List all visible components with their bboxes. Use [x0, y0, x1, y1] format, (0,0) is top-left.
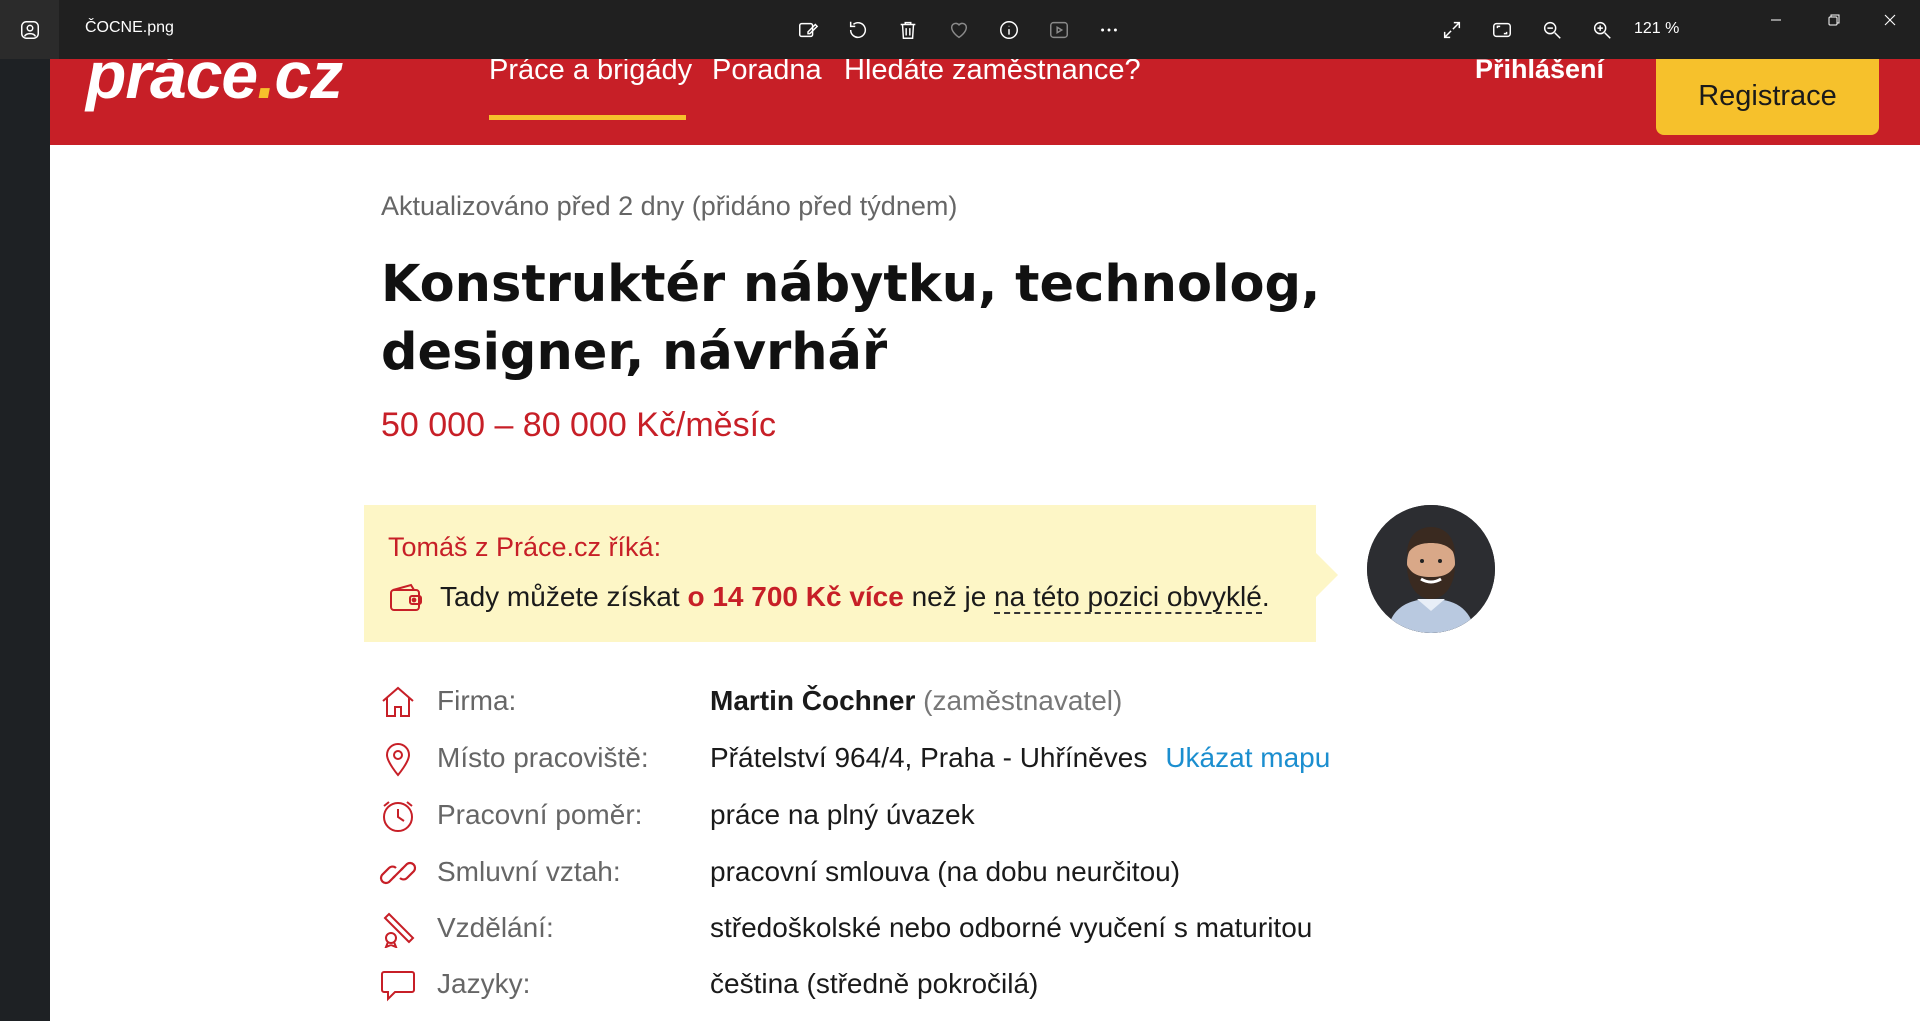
- languages-value: čeština (středně pokročilá): [710, 968, 1039, 999]
- home-icon: [379, 683, 417, 721]
- salary: 50 000 – 80 000 Kč/měsíc: [381, 406, 777, 444]
- updated-info: Aktualizováno před 2 dny (přidáno před t…: [381, 191, 958, 221]
- contract-label: Smluvní vztah:: [437, 856, 621, 887]
- salary-tip-box: [364, 505, 1316, 642]
- viewer-side-strip: [0, 59, 50, 1021]
- tip-amount: o 14 700 Kč více: [687, 581, 904, 612]
- education-value: středoškolské nebo odborné vyučení s mat…: [710, 912, 1313, 943]
- location-address: Přátelství 964/4, Praha - Uhříněves: [710, 742, 1148, 773]
- advisor-avatar: [1367, 505, 1495, 633]
- diploma-icon: [379, 910, 417, 949]
- detail-row-company: Firma: Martin Čochner (zaměstnavatel): [379, 679, 1579, 729]
- zoom-out-icon[interactable]: [1534, 12, 1570, 48]
- zoom-in-icon[interactable]: [1584, 12, 1620, 48]
- maximize-icon[interactable]: [1806, 0, 1862, 40]
- detail-row-education: Vzdělání: středoškolské nebo odborné vyu…: [379, 906, 1579, 956]
- detail-row-contract: Smluvní vztah: pracovní smlouva (na dobu…: [379, 850, 1579, 900]
- tip-usual-link[interactable]: na této pozici obvyklé: [994, 581, 1262, 614]
- fit-icon[interactable]: [1484, 12, 1520, 48]
- minimize-icon[interactable]: [1748, 0, 1804, 40]
- languages-label: Jazyky:: [437, 968, 531, 999]
- clock-icon: [379, 797, 417, 835]
- location-label: Místo pracoviště:: [437, 742, 649, 773]
- fullscreen-icon[interactable]: [1434, 12, 1470, 48]
- speech-bubble-icon: [379, 966, 417, 1004]
- company-type: (zaměstnavatel): [923, 685, 1123, 716]
- education-label: Vzdělání:: [437, 912, 554, 943]
- logo-tld: cz: [274, 59, 343, 112]
- tip-box-arrow: [1316, 553, 1338, 597]
- tip-text-middle: než je: [903, 581, 995, 612]
- detail-row-employment: Pracovní poměr: práce na plný úvazek: [379, 793, 1579, 843]
- tip-text: Tady můžete získat o 14 700 Kč více než …: [440, 581, 1270, 614]
- tip-heading: Tomáš z Práce.cz říká:: [388, 532, 662, 562]
- detail-row-location: Místo pracoviště: Přátelství 964/4, Prah…: [379, 736, 1579, 786]
- nav-active-indicator: [489, 115, 686, 120]
- link-icon: [379, 854, 417, 892]
- site-logo[interactable]: práce.cz: [86, 59, 343, 113]
- show-map-link[interactable]: Ukázat mapu: [1165, 742, 1330, 773]
- login-link[interactable]: Přihlášení: [1475, 59, 1604, 85]
- edit-icon[interactable]: [790, 12, 826, 48]
- location-pin-icon: [379, 740, 417, 778]
- nav-jobs[interactable]: Práce a brigády: [489, 59, 692, 87]
- zoom-level[interactable]: 121 %: [1634, 20, 1679, 38]
- company-value: Martin Čochner (zaměstnavatel): [710, 685, 1122, 717]
- nav-advice[interactable]: Poradna: [712, 59, 822, 87]
- slideshow-icon[interactable]: [1041, 12, 1077, 48]
- employment-label: Pracovní poměr:: [437, 799, 643, 830]
- delete-icon[interactable]: [890, 12, 926, 48]
- nav-employers[interactable]: Hledáte zaměstnance?: [844, 59, 1141, 87]
- contract-value: pracovní smlouva (na dobu neurčitou): [710, 856, 1181, 887]
- file-name: ČOCNE.png: [85, 19, 174, 36]
- register-button[interactable]: Registrace: [1656, 59, 1879, 135]
- photos-app-icon: [0, 0, 59, 59]
- wallet-icon: [388, 580, 424, 616]
- employment-value: práce na plný úvazek: [710, 799, 975, 830]
- tip-text-before: Tady můžete získat: [440, 581, 688, 612]
- logo-dot: .: [257, 59, 275, 112]
- company-name[interactable]: Martin Čochner: [710, 685, 915, 716]
- close-icon[interactable]: [1862, 0, 1918, 40]
- detail-row-languages: Jazyky: čeština (středně pokročilá): [379, 962, 1579, 1012]
- more-icon[interactable]: [1091, 12, 1127, 48]
- info-icon[interactable]: [991, 12, 1027, 48]
- logo-main: práce: [86, 59, 258, 112]
- viewer-titlebar: ČOCNE.png 121 %: [0, 0, 1920, 59]
- site-header: práce.cz Práce a brigády Poradna Hledáte…: [50, 59, 1920, 145]
- image-canvas: práce.cz Práce a brigády Poradna Hledáte…: [50, 59, 1920, 1021]
- job-title: Konstruktér nábytku, technolog, designer…: [381, 255, 1321, 382]
- company-label: Firma:: [437, 685, 517, 716]
- favorite-icon[interactable]: [941, 12, 977, 48]
- rotate-icon[interactable]: [840, 12, 876, 48]
- tip-text-end: .: [1261, 581, 1270, 612]
- location-value: Přátelství 964/4, Praha - Uhříněves Ukáza…: [710, 742, 1330, 774]
